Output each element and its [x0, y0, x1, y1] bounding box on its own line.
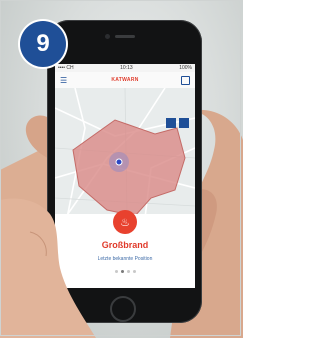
photo-frame: •••• CH 10:13 100% ☰ KATWARN ♨ Großbrand…	[0, 0, 243, 338]
step-badge: 9	[20, 21, 66, 67]
